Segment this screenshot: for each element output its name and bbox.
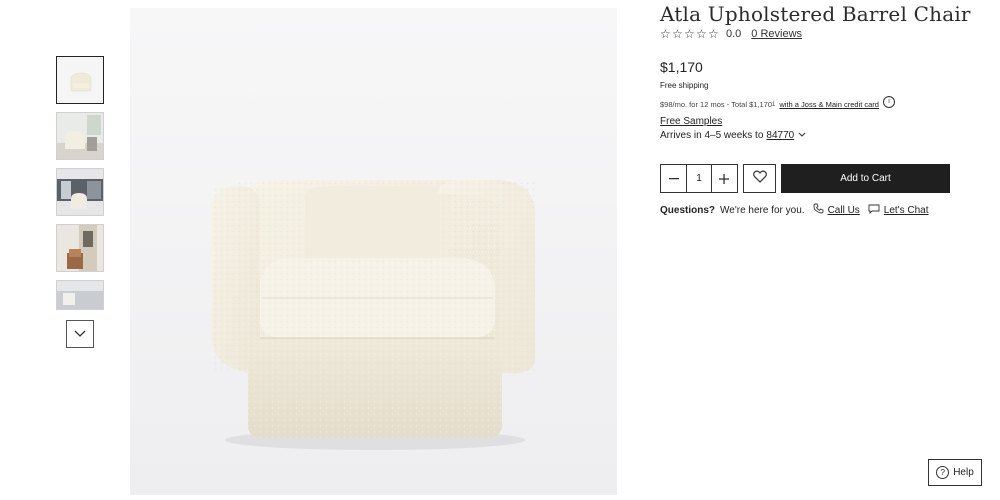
help-button[interactable]: ? Help: [928, 459, 982, 486]
heart-icon: [752, 170, 767, 188]
quantity-stepper: 1: [660, 164, 738, 193]
favorite-button[interactable]: [743, 164, 776, 193]
quantity-input[interactable]: 1: [686, 165, 712, 192]
rating-row: ☆ ☆ ☆ ☆ ☆ 0.0 0 Reviews: [660, 27, 802, 41]
thumbnail-2[interactable]: [56, 112, 104, 160]
thumbnail-5[interactable]: [56, 280, 104, 310]
phone-icon: [813, 203, 824, 217]
chat-label: Let's Chat: [883, 204, 929, 216]
arrives-text: Arrives in 4–5 weeks to: [660, 130, 764, 141]
credit-card-link[interactable]: with a Joss & Main credit card: [779, 100, 879, 109]
chat-link[interactable]: Let's Chat: [868, 204, 929, 217]
reviews-link[interactable]: 0 Reviews: [751, 28, 802, 40]
financing-text: $98/mo. for 12 mos - Total $1,170: [660, 100, 773, 109]
chat-icon: [868, 204, 880, 217]
rating-value: 0.0: [726, 28, 742, 40]
call-us-link[interactable]: Call Us: [813, 203, 860, 217]
thumbnail-1[interactable]: [56, 56, 104, 104]
chevron-down-icon: [74, 325, 86, 343]
info-icon[interactable]: i: [882, 95, 895, 108]
call-us-label: Call Us: [827, 204, 860, 216]
increase-quantity-button[interactable]: [712, 165, 737, 192]
product-price: $1,170: [660, 59, 703, 75]
thumbnail-3[interactable]: [56, 168, 104, 216]
star-icon: ☆: [672, 27, 683, 41]
thumbnails-scroll-down-button[interactable]: [66, 320, 94, 348]
star-icon: ☆: [684, 27, 695, 41]
free-samples-link[interactable]: Free Samples: [660, 116, 722, 127]
star-icon: ☆: [660, 27, 671, 41]
support-row: Questions? We're here for you. Call Us L…: [660, 203, 929, 217]
financing-offer: $98/mo. for 12 mos - Total $1,170 1 with …: [660, 95, 895, 109]
support-subtext: We're here for you.: [720, 204, 805, 216]
delivery-estimate: Arrives in 4–5 weeks to 84770: [660, 130, 806, 141]
add-to-cart-button[interactable]: Add to Cart: [781, 164, 950, 193]
star-icon: ☆: [696, 27, 707, 41]
product-title: Atla Upholstered Barrel Chair: [660, 2, 971, 26]
rating-stars: ☆ ☆ ☆ ☆ ☆: [660, 28, 720, 40]
shipping-note: Free shipping: [660, 81, 709, 90]
questions-label: Questions?: [660, 204, 716, 216]
help-label: Help: [953, 467, 974, 478]
thumbnail-4[interactable]: [56, 224, 104, 272]
zip-code-link[interactable]: 84770: [766, 130, 794, 141]
financing-footnote: 1: [772, 101, 776, 108]
chevron-down-icon[interactable]: [798, 131, 806, 140]
star-icon: ☆: [708, 27, 719, 41]
question-icon: ?: [936, 466, 950, 479]
decrease-quantity-button[interactable]: [661, 165, 686, 192]
product-main-image[interactable]: [130, 8, 617, 495]
